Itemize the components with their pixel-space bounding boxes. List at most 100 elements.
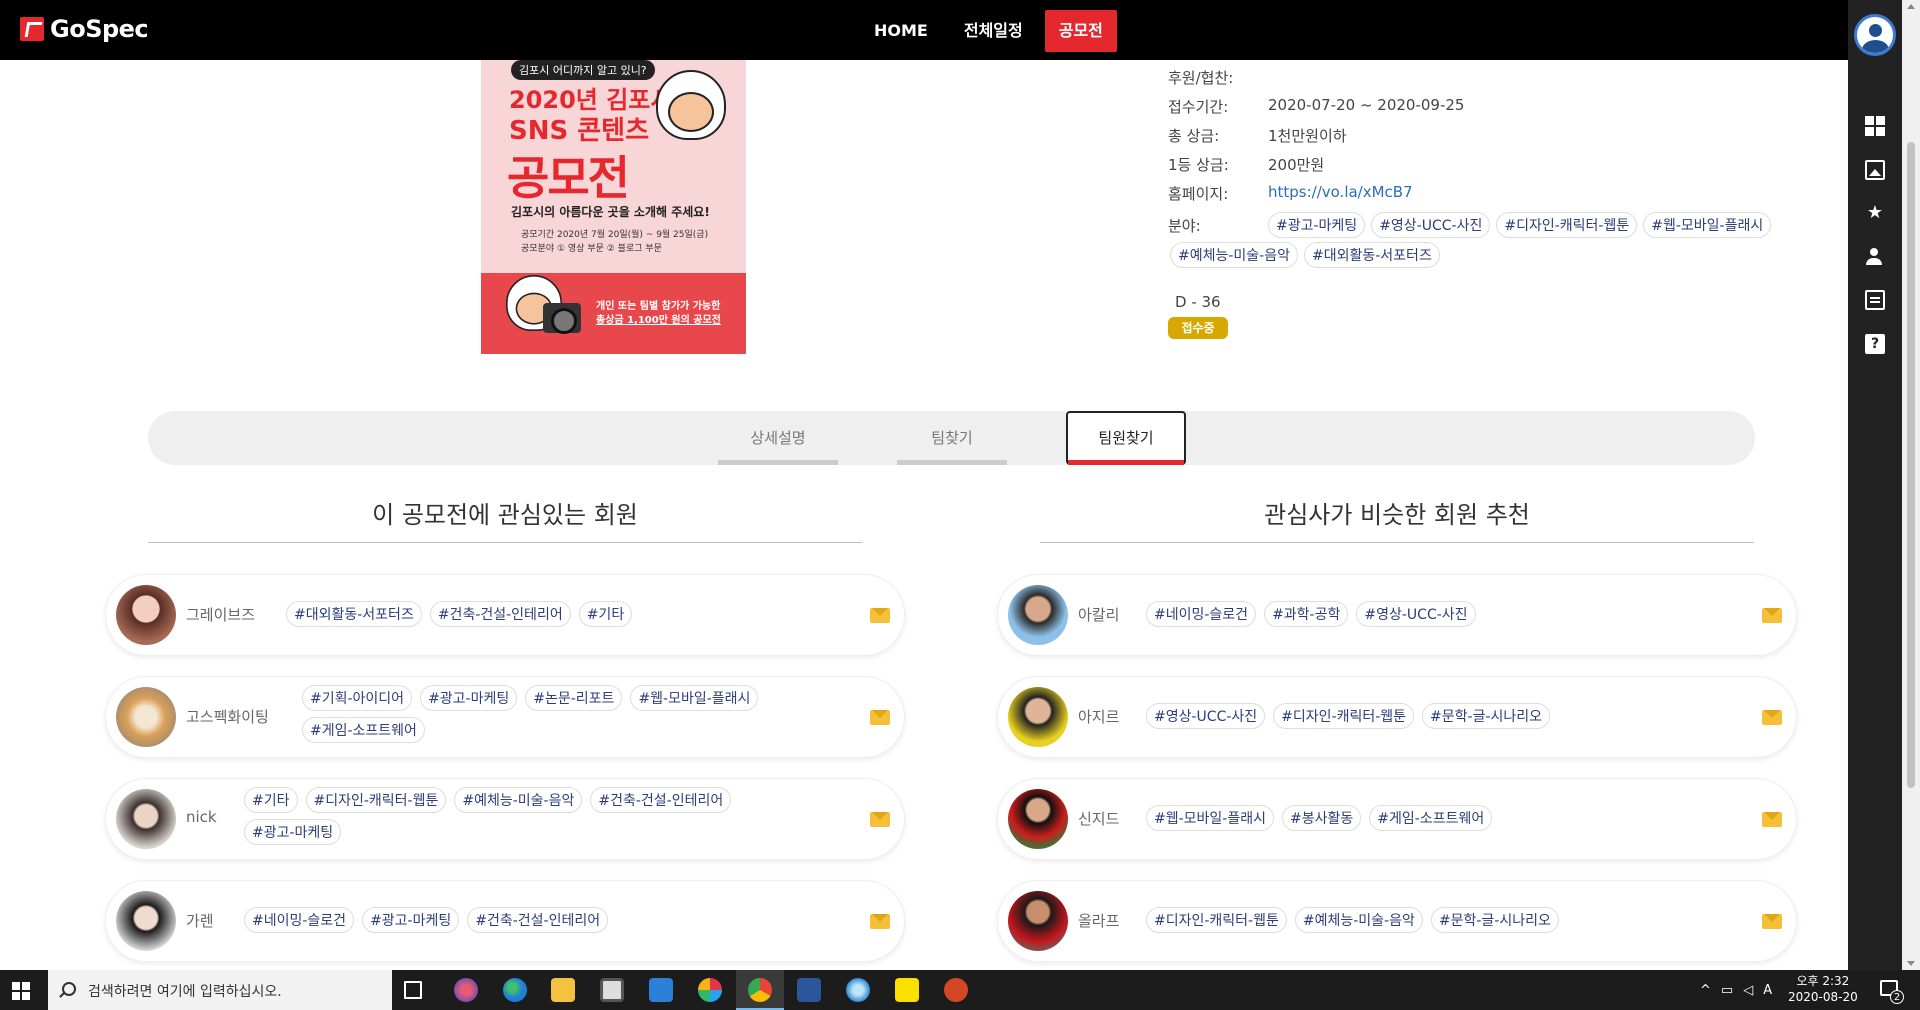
mail-icon[interactable] (1762, 914, 1782, 929)
member-tag[interactable]: #광고-마케팅 (244, 819, 342, 845)
member-tag[interactable]: #영상-UCC-사진 (1146, 703, 1266, 729)
member-tag[interactable]: #웹-모바일-플래시 (630, 685, 759, 711)
mail-icon[interactable] (870, 914, 890, 929)
network-icon[interactable]: ▭ (1721, 983, 1733, 998)
member-tag[interactable]: #논문-리포트 (525, 685, 623, 711)
homepage-link[interactable]: https://vo.la/xMcB7 (1268, 183, 1413, 201)
field-tag[interactable]: #웹-모바일-플래시 (1643, 212, 1772, 238)
member-name[interactable]: 아칼리 (1078, 604, 1119, 625)
kakaotalk-icon[interactable] (895, 978, 919, 1002)
member-tag[interactable]: #건축-건설-인테리어 (429, 601, 571, 627)
member-card[interactable]: 그레이브즈 #대외활동-서포터즈 #건축-건설-인테리어 #기타 (105, 574, 905, 656)
windows-start-icon[interactable] (12, 982, 30, 1000)
dashboard-icon[interactable] (1865, 116, 1885, 136)
field-tag[interactable]: #영상-UCC-사진 (1371, 212, 1491, 238)
edge-browser-icon[interactable] (503, 978, 527, 1002)
member-name[interactable]: 올라프 (1078, 910, 1119, 931)
mail-icon[interactable] (1762, 812, 1782, 827)
member-card[interactable]: 아칼리 #네이밍-슬로건 #과학-공학 #영상-UCC-사진 (997, 574, 1797, 656)
member-name[interactable]: 신지드 (1078, 808, 1119, 829)
field-tag[interactable]: #예체능-미술-음악 (1170, 242, 1298, 268)
app-icon[interactable] (846, 978, 870, 1002)
member-name[interactable]: 그레이브즈 (186, 604, 255, 625)
member-tag[interactable]: #네이밍-슬로건 (244, 907, 355, 933)
member-tag[interactable]: #예체능-미술-음악 (454, 787, 583, 813)
taskbar-clock[interactable]: 오후 2:32 2020-08-20 (1788, 973, 1858, 1005)
nav-schedule[interactable]: 전체일정 (950, 10, 1037, 52)
member-tag[interactable]: #네이밍-슬로건 (1146, 601, 1257, 627)
member-tag[interactable]: #과학-공학 (1264, 601, 1349, 627)
scroll-thumb[interactable] (1907, 142, 1915, 788)
member-card[interactable]: 가렌 #네이밍-슬로건 #광고-마케팅 #건축-건설-인테리어 (105, 880, 905, 962)
people-icon[interactable] (1865, 246, 1885, 266)
nav-contest[interactable]: 공모전 (1044, 10, 1117, 52)
member-tag[interactable]: #기타 (578, 601, 633, 627)
member-tag[interactable]: #기획-아이디어 (302, 685, 413, 711)
member-name[interactable]: 아지르 (1078, 706, 1119, 727)
gospec-logo[interactable]: GoSpec (20, 15, 149, 43)
field-tag[interactable]: #디자인-캐릭터-웹툰 (1496, 212, 1638, 238)
member-tag[interactable]: #디자인-캐릭터-웹툰 (1146, 907, 1287, 933)
member-name[interactable]: 가렌 (186, 910, 214, 931)
store-icon[interactable] (600, 978, 624, 1002)
member-tag[interactable]: #건축-건설-인테리어 (590, 787, 732, 813)
scroll-down-arrow-icon[interactable] (1907, 961, 1915, 966)
member-card[interactable]: nick #기타 #디자인-캐릭터-웹툰 #예체능-미술-음악 #건축-건설-인… (105, 778, 905, 860)
chrome-icon[interactable] (748, 978, 772, 1002)
member-tag[interactable]: #광고-마케팅 (362, 907, 460, 933)
word-icon[interactable] (797, 978, 821, 1002)
member-tag[interactable]: #봉사활동 (1282, 805, 1362, 831)
member-card[interactable]: 고스펙화이팅 #기획-아이디어 #광고-마케팅 #논문-리포트 #웹-모바일-플… (105, 676, 905, 758)
member-card[interactable]: 올라프 #디자인-캐릭터-웹툰 #예체능-미술-음악 #문학-글-시나리오 (997, 880, 1797, 962)
field-tag[interactable]: #광고-마케팅 (1268, 212, 1366, 238)
member-tag[interactable]: #대외활동-서포터즈 (286, 601, 422, 627)
tray-expand-icon[interactable]: ^ (1700, 983, 1711, 998)
tab-find-member[interactable]: 팀원찾기 (1066, 411, 1186, 465)
member-tag[interactable]: #예체능-미술-음악 (1294, 907, 1423, 933)
member-card[interactable]: 아지르 #영상-UCC-사진 #디자인-캐릭터-웹툰 #문학-글-시나리오 (997, 676, 1797, 758)
member-tag[interactable]: #게임-소프트웨어 (302, 717, 425, 743)
app-icon[interactable] (454, 978, 478, 1002)
mail-icon[interactable] (1762, 710, 1782, 725)
tab-find-team[interactable]: 팀찾기 (897, 411, 1007, 465)
help-icon[interactable]: ? (1865, 334, 1885, 354)
member-tag[interactable]: #웹-모바일-플래시 (1146, 805, 1274, 831)
user-profile-icon[interactable] (1854, 14, 1896, 56)
member-tag[interactable]: #디자인-캐릭터-웹툰 (1273, 703, 1415, 729)
member-tag[interactable]: #디자인-캐릭터-웹툰 (305, 787, 447, 813)
nav-home[interactable]: HOME (860, 10, 942, 52)
scroll-up-arrow-icon[interactable] (1907, 4, 1915, 9)
image-icon[interactable] (1865, 160, 1885, 180)
file-explorer-icon[interactable] (551, 978, 575, 1002)
member-tag[interactable]: #영상-UCC-사진 (1356, 601, 1476, 627)
tab-details[interactable]: 상세설명 (718, 411, 838, 465)
logo-mark-icon (20, 17, 44, 41)
sponsor-label: 후원/협찬: (1168, 69, 1234, 87)
member-card[interactable]: 신지드 #웹-모바일-플래시 #봉사활동 #게임-소프트웨어 (997, 778, 1797, 860)
powerpoint-icon[interactable] (944, 978, 968, 1002)
member-name[interactable]: nick (186, 808, 217, 826)
member-tag[interactable]: #광고-마케팅 (420, 685, 518, 711)
section-divider (1040, 542, 1754, 543)
ime-indicator[interactable]: A (1763, 983, 1772, 998)
star-icon[interactable]: ★ (1865, 203, 1885, 223)
member-tag[interactable]: #기타 (244, 787, 298, 813)
volume-icon[interactable]: ◁ (1743, 983, 1753, 998)
mail-icon[interactable] (1762, 608, 1782, 623)
member-tag[interactable]: #문학-글-시나리오 (1422, 703, 1551, 729)
mail-icon[interactable] (870, 812, 890, 827)
mail-icon[interactable] (870, 710, 890, 725)
taskbar-search-box[interactable]: 검색하려면 여기에 입력하십시오. (48, 970, 392, 1010)
mail-app-icon[interactable] (649, 978, 673, 1002)
member-tag[interactable]: #문학-글-시나리오 (1430, 907, 1559, 933)
chat-icon[interactable] (1865, 290, 1885, 310)
member-name[interactable]: 고스펙화이팅 (186, 706, 269, 727)
task-view-icon[interactable] (404, 981, 422, 999)
member-tag[interactable]: #게임-소프트웨어 (1369, 805, 1493, 831)
page-scrollbar[interactable] (1902, 0, 1920, 970)
mail-icon[interactable] (870, 608, 890, 623)
slack-icon[interactable] (698, 978, 722, 1002)
member-avatar (116, 789, 176, 849)
member-tag[interactable]: #건축-건설-인테리어 (467, 907, 609, 933)
field-tag[interactable]: #대외활동-서포터즈 (1304, 242, 1440, 268)
